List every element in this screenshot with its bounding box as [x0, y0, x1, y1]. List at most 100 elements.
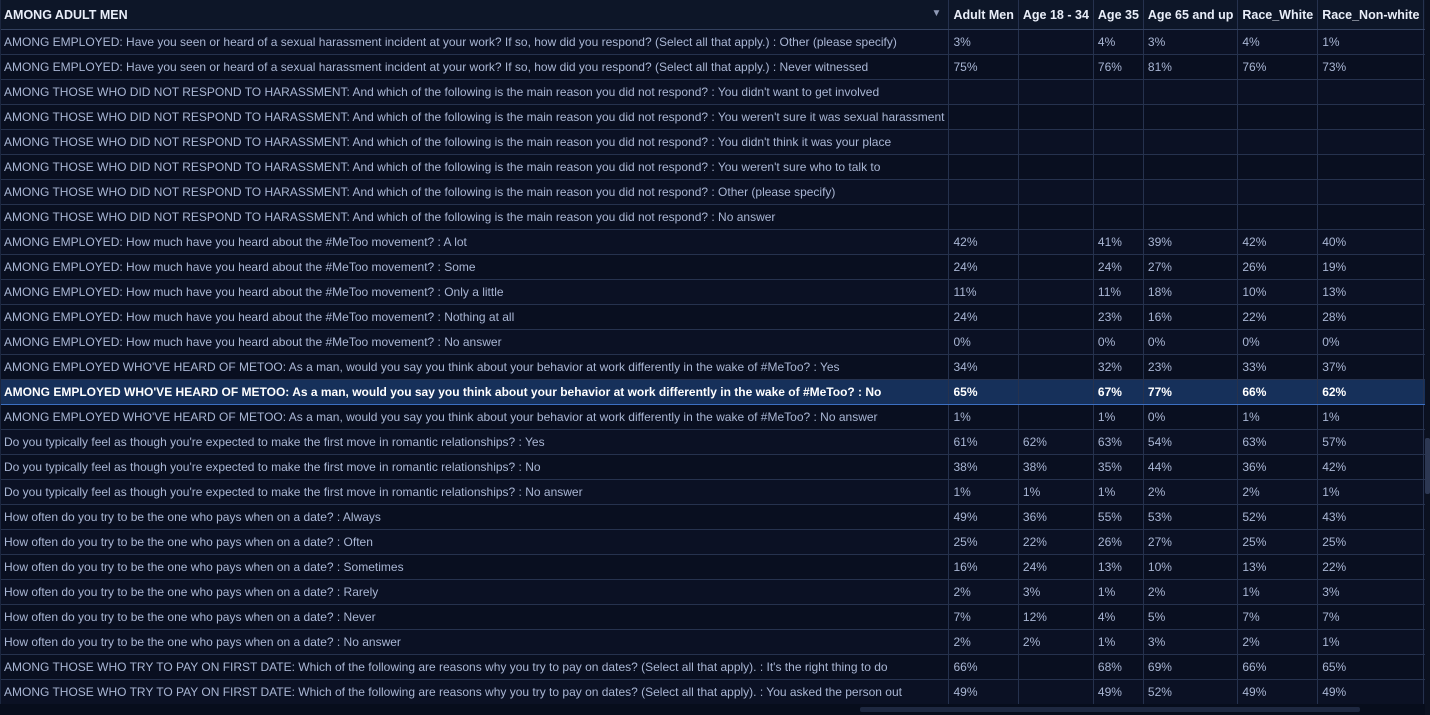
table-cell[interactable]	[1143, 79, 1239, 105]
table-cell[interactable]: 2%	[1237, 479, 1319, 505]
row-label[interactable]: AMONG THOSE WHO DID NOT RESPOND TO HARAS…	[1, 79, 950, 105]
table-row[interactable]: Do you typically feel as though you're e…	[1, 479, 1426, 505]
table-cell[interactable]	[1237, 104, 1319, 130]
table-row[interactable]: How often do you try to be the one who p…	[1, 579, 1426, 605]
table-cell[interactable]: 3%	[1143, 29, 1239, 55]
row-label[interactable]: AMONG EMPLOYED WHO'VE HEARD OF METOO: As…	[1, 379, 950, 405]
table-cell[interactable]: 12%	[1018, 604, 1094, 630]
table-cell[interactable]: 63%	[1237, 429, 1319, 455]
table-cell[interactable]: 1%	[1018, 479, 1094, 505]
table-row[interactable]: AMONG EMPLOYED: How much have you heard …	[1, 229, 1426, 255]
column-header[interactable]: Race_Non-white	[1317, 0, 1425, 30]
table-cell[interactable]: 22%	[1237, 304, 1319, 330]
table-cell[interactable]	[1143, 204, 1239, 230]
data-grid[interactable]: AMONG ADULT MEN ▼ Adult Men Age 18 - 34 Age …	[0, 0, 1426, 715]
table-cell[interactable]	[1018, 279, 1094, 305]
table-cell[interactable]: 3%	[1143, 629, 1239, 655]
table-cell[interactable]: 66%	[1237, 379, 1319, 405]
table-cell[interactable]: 27%	[1143, 529, 1239, 555]
row-label[interactable]: AMONG THOSE WHO DID NOT RESPOND TO HARAS…	[1, 104, 950, 130]
row-label[interactable]: How often do you try to be the one who p…	[1, 604, 950, 630]
table-cell[interactable]: 55%	[1093, 504, 1144, 530]
row-label[interactable]: Do you typically feel as though you're e…	[1, 454, 950, 480]
table-row[interactable]: AMONG THOSE WHO TRY TO PAY ON FIRST DATE…	[1, 679, 1426, 705]
table-cell[interactable]	[1018, 129, 1094, 155]
horizontal-scrollbar[interactable]	[0, 704, 1425, 715]
column-header[interactable]: Adult Men	[948, 0, 1019, 30]
table-cell[interactable]: 2%	[948, 579, 1019, 605]
table-cell[interactable]	[1317, 79, 1425, 105]
table-cell[interactable]	[1317, 129, 1425, 155]
row-label[interactable]: AMONG THOSE WHO DID NOT RESPOND TO HARAS…	[1, 129, 950, 155]
table-cell[interactable]: 4%	[1093, 29, 1144, 55]
table-cell[interactable]	[1237, 154, 1319, 180]
table-cell[interactable]: 11%	[948, 279, 1019, 305]
table-cell[interactable]: 39%	[1143, 229, 1239, 255]
row-label[interactable]: AMONG THOSE WHO DID NOT RESPOND TO HARAS…	[1, 154, 950, 180]
table-cell[interactable]	[948, 204, 1019, 230]
table-cell[interactable]: 37%	[1317, 354, 1425, 380]
table-cell[interactable]	[1143, 179, 1239, 205]
table-cell[interactable]	[1093, 79, 1144, 105]
table-cell[interactable]: 41%	[1093, 229, 1144, 255]
table-cell[interactable]: 1%	[1093, 479, 1144, 505]
table-row[interactable]: How often do you try to be the one who p…	[1, 604, 1426, 630]
table-cell[interactable]	[1018, 104, 1094, 130]
table-cell[interactable]: 43%	[1317, 504, 1425, 530]
table-cell[interactable]: 68%	[1093, 654, 1144, 680]
table-cell[interactable]: 3%	[1018, 579, 1094, 605]
table-row[interactable]: How often do you try to be the one who p…	[1, 529, 1426, 555]
table-cell[interactable]: 0%	[948, 329, 1019, 355]
table-cell[interactable]	[948, 154, 1019, 180]
table-cell[interactable]: 33%	[1237, 354, 1319, 380]
table-row[interactable]: How often do you try to be the one who p…	[1, 554, 1426, 580]
table-cell[interactable]: 1%	[1093, 404, 1144, 430]
table-cell[interactable]: 53%	[1143, 504, 1239, 530]
column-header-question[interactable]: AMONG ADULT MEN ▼	[1, 0, 950, 30]
table-cell[interactable]: 1%	[1317, 629, 1425, 655]
table-cell[interactable]: 73%	[1317, 54, 1425, 80]
table-cell[interactable]	[948, 179, 1019, 205]
table-cell[interactable]: 3%	[948, 29, 1019, 55]
table-cell[interactable]: 66%	[1237, 654, 1319, 680]
table-cell[interactable]: 49%	[1093, 679, 1144, 705]
table-cell[interactable]	[1237, 129, 1319, 155]
table-cell[interactable]: 18%	[1143, 279, 1239, 305]
row-label[interactable]: AMONG EMPLOYED WHO'VE HEARD OF METOO: As…	[1, 354, 950, 380]
table-cell[interactable]: 36%	[1237, 454, 1319, 480]
filter-icon[interactable]: ▼	[930, 8, 942, 20]
table-row[interactable]: AMONG EMPLOYED: How much have you heard …	[1, 304, 1426, 330]
table-cell[interactable]: 0%	[1143, 404, 1239, 430]
table-cell[interactable]	[1018, 379, 1094, 405]
table-cell[interactable]	[1018, 79, 1094, 105]
table-row[interactable]: Do you typically feel as though you're e…	[1, 429, 1426, 455]
table-cell[interactable]: 54%	[1143, 429, 1239, 455]
table-cell[interactable]	[1317, 154, 1425, 180]
table-cell[interactable]: 10%	[1143, 554, 1239, 580]
table-cell[interactable]: 11%	[1093, 279, 1144, 305]
table-cell[interactable]: 10%	[1237, 279, 1319, 305]
row-label[interactable]: Do you typically feel as though you're e…	[1, 479, 950, 505]
table-cell[interactable]: 49%	[1317, 679, 1425, 705]
table-cell[interactable]: 49%	[948, 504, 1019, 530]
table-cell[interactable]: 0%	[1237, 329, 1319, 355]
row-label[interactable]: AMONG EMPLOYED: Have you seen or heard o…	[1, 29, 950, 55]
table-cell[interactable]: 76%	[1093, 54, 1144, 80]
table-cell[interactable]: 1%	[948, 404, 1019, 430]
table-cell[interactable]: 49%	[1237, 679, 1319, 705]
table-cell[interactable]: 42%	[1237, 229, 1319, 255]
row-label[interactable]: AMONG EMPLOYED WHO'VE HEARD OF METOO: As…	[1, 404, 950, 430]
table-cell[interactable]	[1018, 679, 1094, 705]
table-cell[interactable]: 2%	[1237, 629, 1319, 655]
table-cell[interactable]: 81%	[1143, 54, 1239, 80]
table-cell[interactable]: 77%	[1143, 379, 1239, 405]
table-row[interactable]: AMONG THOSE WHO DID NOT RESPOND TO HARAS…	[1, 129, 1426, 155]
table-cell[interactable]: 24%	[948, 254, 1019, 280]
table-cell[interactable]	[1018, 154, 1094, 180]
table-cell[interactable]: 1%	[948, 479, 1019, 505]
row-label[interactable]: AMONG THOSE WHO DID NOT RESPOND TO HARAS…	[1, 179, 950, 205]
table-cell[interactable]	[1018, 254, 1094, 280]
column-header[interactable]: Age 18 - 34	[1018, 0, 1094, 30]
table-cell[interactable]: 76%	[1237, 54, 1319, 80]
table-cell[interactable]: 42%	[948, 229, 1019, 255]
